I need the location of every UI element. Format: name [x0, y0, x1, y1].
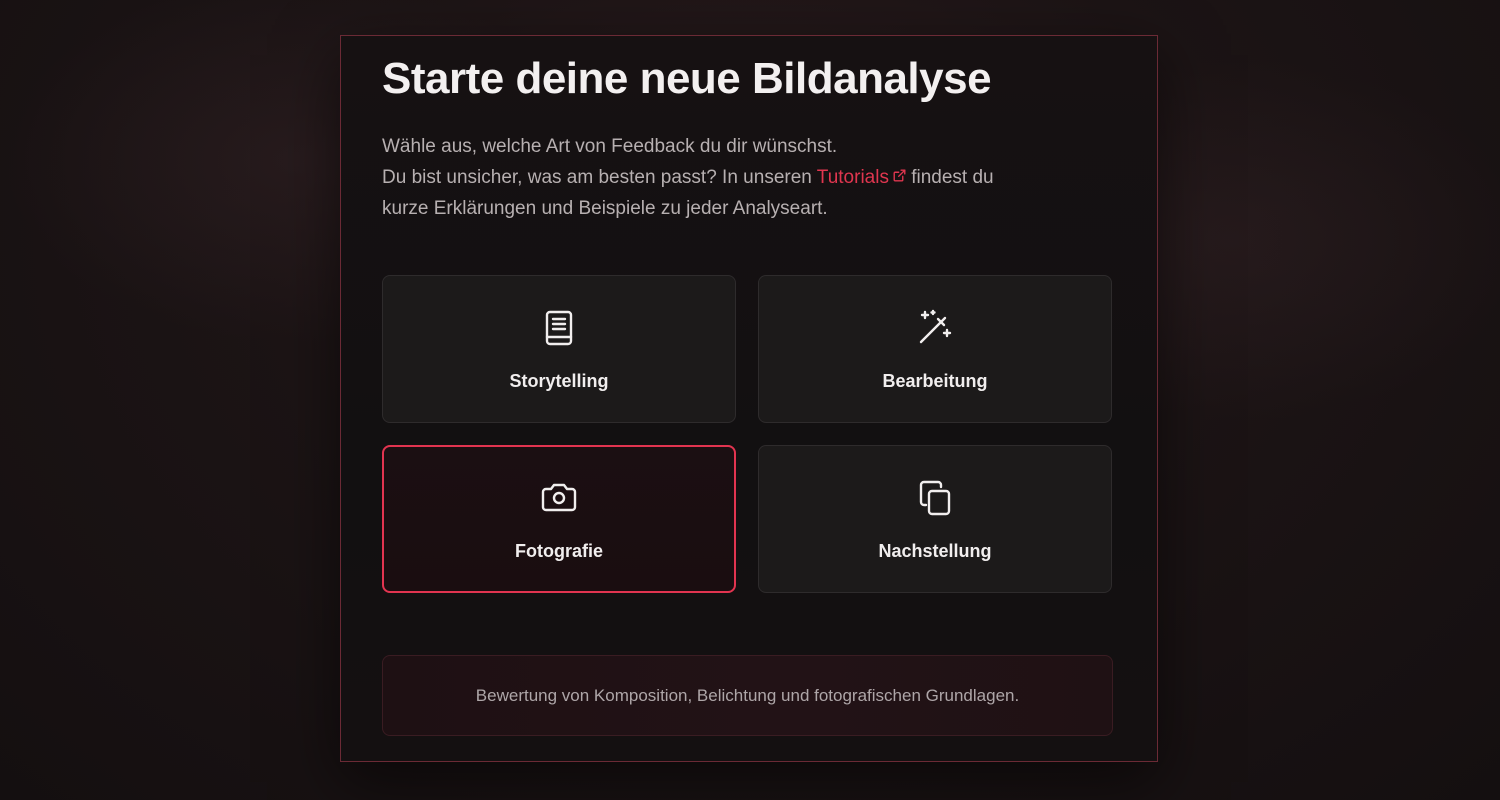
- intro-line-2-end: findest du: [905, 167, 994, 188]
- intro-line-2-start: Du bist unsicher, was am besten passt? I…: [382, 167, 817, 188]
- option-description-text: Bewertung von Komposition, Belichtung un…: [475, 685, 1020, 705]
- tutorials-link[interactable]: Tutorials: [817, 167, 906, 188]
- copy-icon: [919, 480, 951, 516]
- tutorials-link-label: Tutorials: [816, 167, 889, 188]
- option-card-bearbeitung[interactable]: Bearbeitung: [758, 275, 1112, 423]
- external-link-icon: [893, 169, 906, 182]
- option-card-storytelling[interactable]: Storytelling: [382, 275, 736, 423]
- intro-line-1: Wähle aus, welche Art von Feedback du di…: [382, 136, 838, 157]
- intro-line-3: kurze Erklärungen und Beispiele zu jeder…: [382, 198, 828, 219]
- option-card-nachstellung[interactable]: Nachstellung: [758, 445, 1112, 593]
- camera-icon: [541, 483, 577, 512]
- page-title: Starte deine neue Bildanalyse: [382, 54, 992, 103]
- option-label: Nachstellung: [878, 541, 992, 561]
- analysis-dialog: Starte deine neue Bildanalyse Wähle aus,…: [340, 35, 1158, 762]
- book-icon: [545, 310, 573, 346]
- option-label: Fotografie: [515, 541, 603, 561]
- magic-wand-icon: [919, 309, 952, 344]
- option-label: Bearbeitung: [882, 371, 988, 391]
- option-label: Storytelling: [509, 371, 609, 391]
- intro-line-2: Du bist unsicher, was am besten passt? I…: [382, 162, 1102, 193]
- option-description: Bewertung von Komposition, Belichtung un…: [382, 655, 1113, 736]
- intro-text: Wähle aus, welche Art von Feedback du di…: [382, 131, 1102, 224]
- option-card-fotografie[interactable]: Fotografie: [382, 445, 736, 593]
